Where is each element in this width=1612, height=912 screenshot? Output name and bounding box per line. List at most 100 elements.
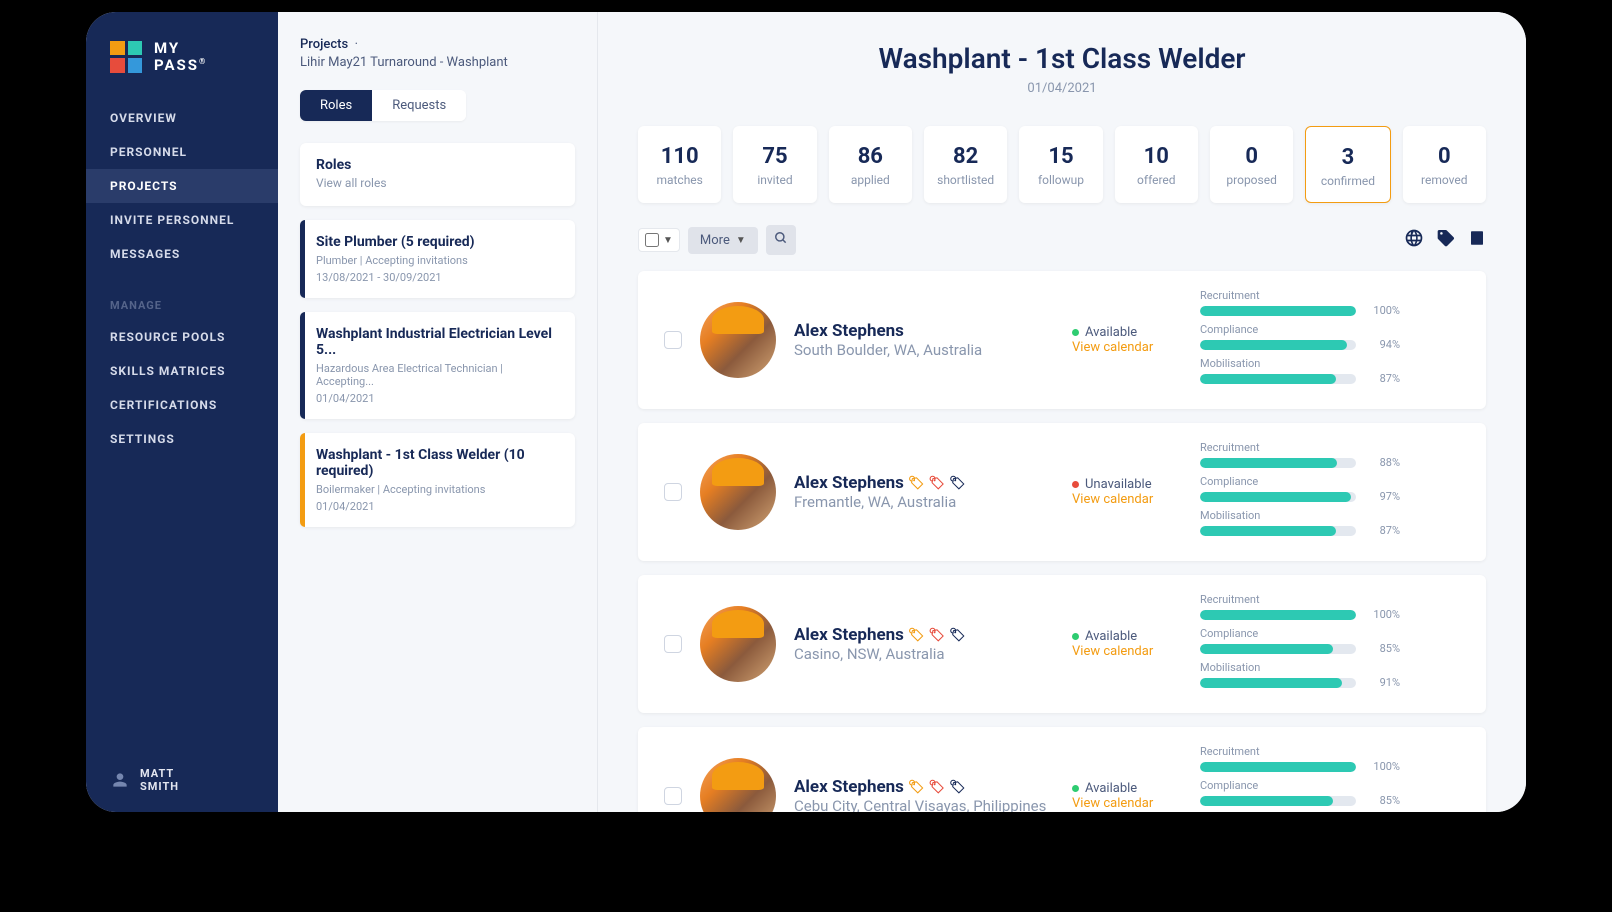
candidate-card[interactable]: Alex Stephens 🏷 🏷 🏷 Cebu City, Central V… bbox=[638, 727, 1486, 812]
candidate-checkbox[interactable] bbox=[664, 331, 682, 349]
sidebar-item-overview[interactable]: OVERVIEW bbox=[86, 101, 278, 135]
sidebar-item-skills-matrices[interactable]: SKILLS MATRICES bbox=[86, 354, 278, 388]
candidate-name: Alex Stephens bbox=[794, 321, 1054, 341]
tag-icon: 🏷 bbox=[949, 476, 966, 491]
search-button[interactable] bbox=[766, 225, 796, 255]
manage-nav-group: MANAGE RESOURCE POOLSSKILLS MATRICESCERT… bbox=[86, 291, 278, 456]
chevron-down-icon: ▼ bbox=[663, 235, 673, 246]
availability: Available View calendar bbox=[1072, 781, 1182, 811]
stat-confirmed[interactable]: 3 confirmed bbox=[1305, 126, 1390, 203]
sidebar-item-certifications[interactable]: CERTIFICATIONS bbox=[86, 388, 278, 422]
sidebar: MY PASS® OVERVIEWPERSONNELPROJECTSINVITE… bbox=[86, 12, 278, 812]
tab-roles[interactable]: Roles bbox=[300, 90, 372, 121]
stat-number: 110 bbox=[646, 144, 713, 169]
avatar bbox=[700, 758, 776, 812]
meter-compliance: Compliance 85% bbox=[1200, 779, 1400, 807]
candidate-location: Fremantle, WA, Australia bbox=[794, 493, 1054, 511]
view-calendar-link[interactable]: View calendar bbox=[1072, 492, 1182, 507]
meter-recruitment: Recruitment 100% bbox=[1200, 289, 1400, 317]
sidebar-item-resource-pools[interactable]: RESOURCE POOLS bbox=[86, 320, 278, 354]
meter-mobilisation: Mobilisation 87% bbox=[1200, 357, 1400, 385]
roles-panel: Projects · Lihir May21 Turnaround - Wash… bbox=[278, 12, 598, 812]
stat-label: removed bbox=[1411, 173, 1478, 187]
tab-requests[interactable]: Requests bbox=[372, 90, 466, 121]
page-date: 01/04/2021 bbox=[638, 81, 1486, 96]
stat-label: offered bbox=[1123, 173, 1190, 187]
avatar bbox=[700, 454, 776, 530]
status-counters: 110 matches75 invited86 applied82 shortl… bbox=[638, 126, 1486, 203]
user-name: MATT SMITH bbox=[140, 767, 179, 795]
roles-header-title: Roles bbox=[316, 157, 559, 173]
candidate-checkbox[interactable] bbox=[664, 483, 682, 501]
availability: Unavailable View calendar bbox=[1072, 477, 1182, 507]
stat-number: 3 bbox=[1314, 145, 1381, 170]
meter-mobilisation: Mobilisation 87% bbox=[1200, 509, 1400, 537]
page-title: Washplant - 1st Class Welder bbox=[638, 42, 1486, 75]
stat-number: 86 bbox=[837, 144, 904, 169]
role-card[interactable]: Washplant - 1st Class Welder (10 require… bbox=[300, 433, 575, 527]
logo-mark-icon bbox=[110, 41, 142, 73]
stat-invited[interactable]: 75 invited bbox=[733, 126, 816, 203]
select-all-checkbox[interactable] bbox=[645, 233, 659, 247]
manage-label: MANAGE bbox=[86, 291, 278, 320]
role-card[interactable]: Site Plumber (5 required) Plumber | Acce… bbox=[300, 220, 575, 298]
sidebar-item-invite-personnel[interactable]: INVITE PERSONNEL bbox=[86, 203, 278, 237]
role-title: Washplant - 1st Class Welder (10 require… bbox=[316, 447, 559, 479]
stat-shortlisted[interactable]: 82 shortlisted bbox=[924, 126, 1007, 203]
more-button[interactable]: More ▼ bbox=[688, 227, 758, 254]
stat-offered[interactable]: 10 offered bbox=[1115, 126, 1198, 203]
select-all-dropdown[interactable]: ▼ bbox=[638, 228, 680, 252]
candidate-card[interactable]: Alex Stephens South Boulder, WA, Austral… bbox=[638, 271, 1486, 409]
stat-label: applied bbox=[837, 173, 904, 187]
primary-nav: OVERVIEWPERSONNELPROJECTSINVITE PERSONNE… bbox=[86, 101, 278, 271]
meter-recruitment: Recruitment 100% bbox=[1200, 745, 1400, 773]
sidebar-item-personnel[interactable]: PERSONNEL bbox=[86, 135, 278, 169]
candidate-card[interactable]: Alex Stephens 🏷 🏷 🏷 Casino, NSW, Austral… bbox=[638, 575, 1486, 713]
role-title: Washplant Industrial Electrician Level 5… bbox=[316, 326, 559, 358]
role-dates: 13/08/2021 - 30/09/2021 bbox=[316, 271, 559, 284]
sidebar-item-settings[interactable]: SETTINGS bbox=[86, 422, 278, 456]
stat-label: proposed bbox=[1218, 173, 1285, 187]
status-dot-icon bbox=[1072, 329, 1079, 336]
stat-followup[interactable]: 15 followup bbox=[1019, 126, 1102, 203]
meter-mobilisation: Mobilisation 91% bbox=[1200, 661, 1400, 689]
role-meta: Plumber | Accepting invitations bbox=[316, 254, 559, 267]
role-meta: Boilermaker | Accepting invitations bbox=[316, 483, 559, 496]
tag-icon: 🏷 bbox=[908, 628, 925, 643]
globe-icon[interactable] bbox=[1404, 228, 1424, 253]
stat-applied[interactable]: 86 applied bbox=[829, 126, 912, 203]
stat-label: shortlisted bbox=[932, 173, 999, 187]
stat-label: matches bbox=[646, 173, 713, 187]
tag-icon: 🏷 bbox=[928, 476, 945, 491]
candidate-card[interactable]: Alex Stephens 🏷 🏷 🏷 Fremantle, WA, Austr… bbox=[638, 423, 1486, 561]
meter-compliance: Compliance 97% bbox=[1200, 475, 1400, 503]
stat-matches[interactable]: 110 matches bbox=[638, 126, 721, 203]
breadcrumb-root[interactable]: Projects bbox=[300, 37, 348, 52]
avatar bbox=[700, 606, 776, 682]
user-icon bbox=[110, 770, 130, 790]
candidate-name: Alex Stephens 🏷 🏷 🏷 bbox=[794, 473, 1054, 493]
breadcrumb: Projects · Lihir May21 Turnaround - Wash… bbox=[300, 36, 575, 72]
view-calendar-link[interactable]: View calendar bbox=[1072, 340, 1182, 355]
tag-icon: 🏷 bbox=[928, 628, 945, 643]
stat-removed[interactable]: 0 removed bbox=[1403, 126, 1486, 203]
stat-number: 75 bbox=[741, 144, 808, 169]
search-icon bbox=[774, 231, 788, 245]
stat-label: invited bbox=[741, 173, 808, 187]
view-calendar-link[interactable]: View calendar bbox=[1072, 644, 1182, 659]
panel-icon[interactable] bbox=[1468, 228, 1486, 253]
current-user[interactable]: MATT SMITH bbox=[86, 767, 278, 795]
breadcrumb-current: Lihir May21 Turnaround - Washplant bbox=[300, 55, 508, 70]
tag-icon[interactable] bbox=[1436, 228, 1456, 253]
sidebar-item-messages[interactable]: MESSAGES bbox=[86, 237, 278, 271]
view-calendar-link[interactable]: View calendar bbox=[1072, 796, 1182, 811]
candidate-location: Cebu City, Central Visayas, Philippines bbox=[794, 797, 1054, 812]
candidate-location: Casino, NSW, Australia bbox=[794, 645, 1054, 663]
candidate-checkbox[interactable] bbox=[664, 635, 682, 653]
sidebar-item-projects[interactable]: PROJECTS bbox=[86, 169, 278, 203]
roles-header-card[interactable]: Roles View all roles bbox=[300, 143, 575, 206]
candidate-checkbox[interactable] bbox=[664, 787, 682, 805]
role-card[interactable]: Washplant Industrial Electrician Level 5… bbox=[300, 312, 575, 419]
brand-logo: MY PASS® bbox=[86, 40, 278, 101]
stat-proposed[interactable]: 0 proposed bbox=[1210, 126, 1293, 203]
